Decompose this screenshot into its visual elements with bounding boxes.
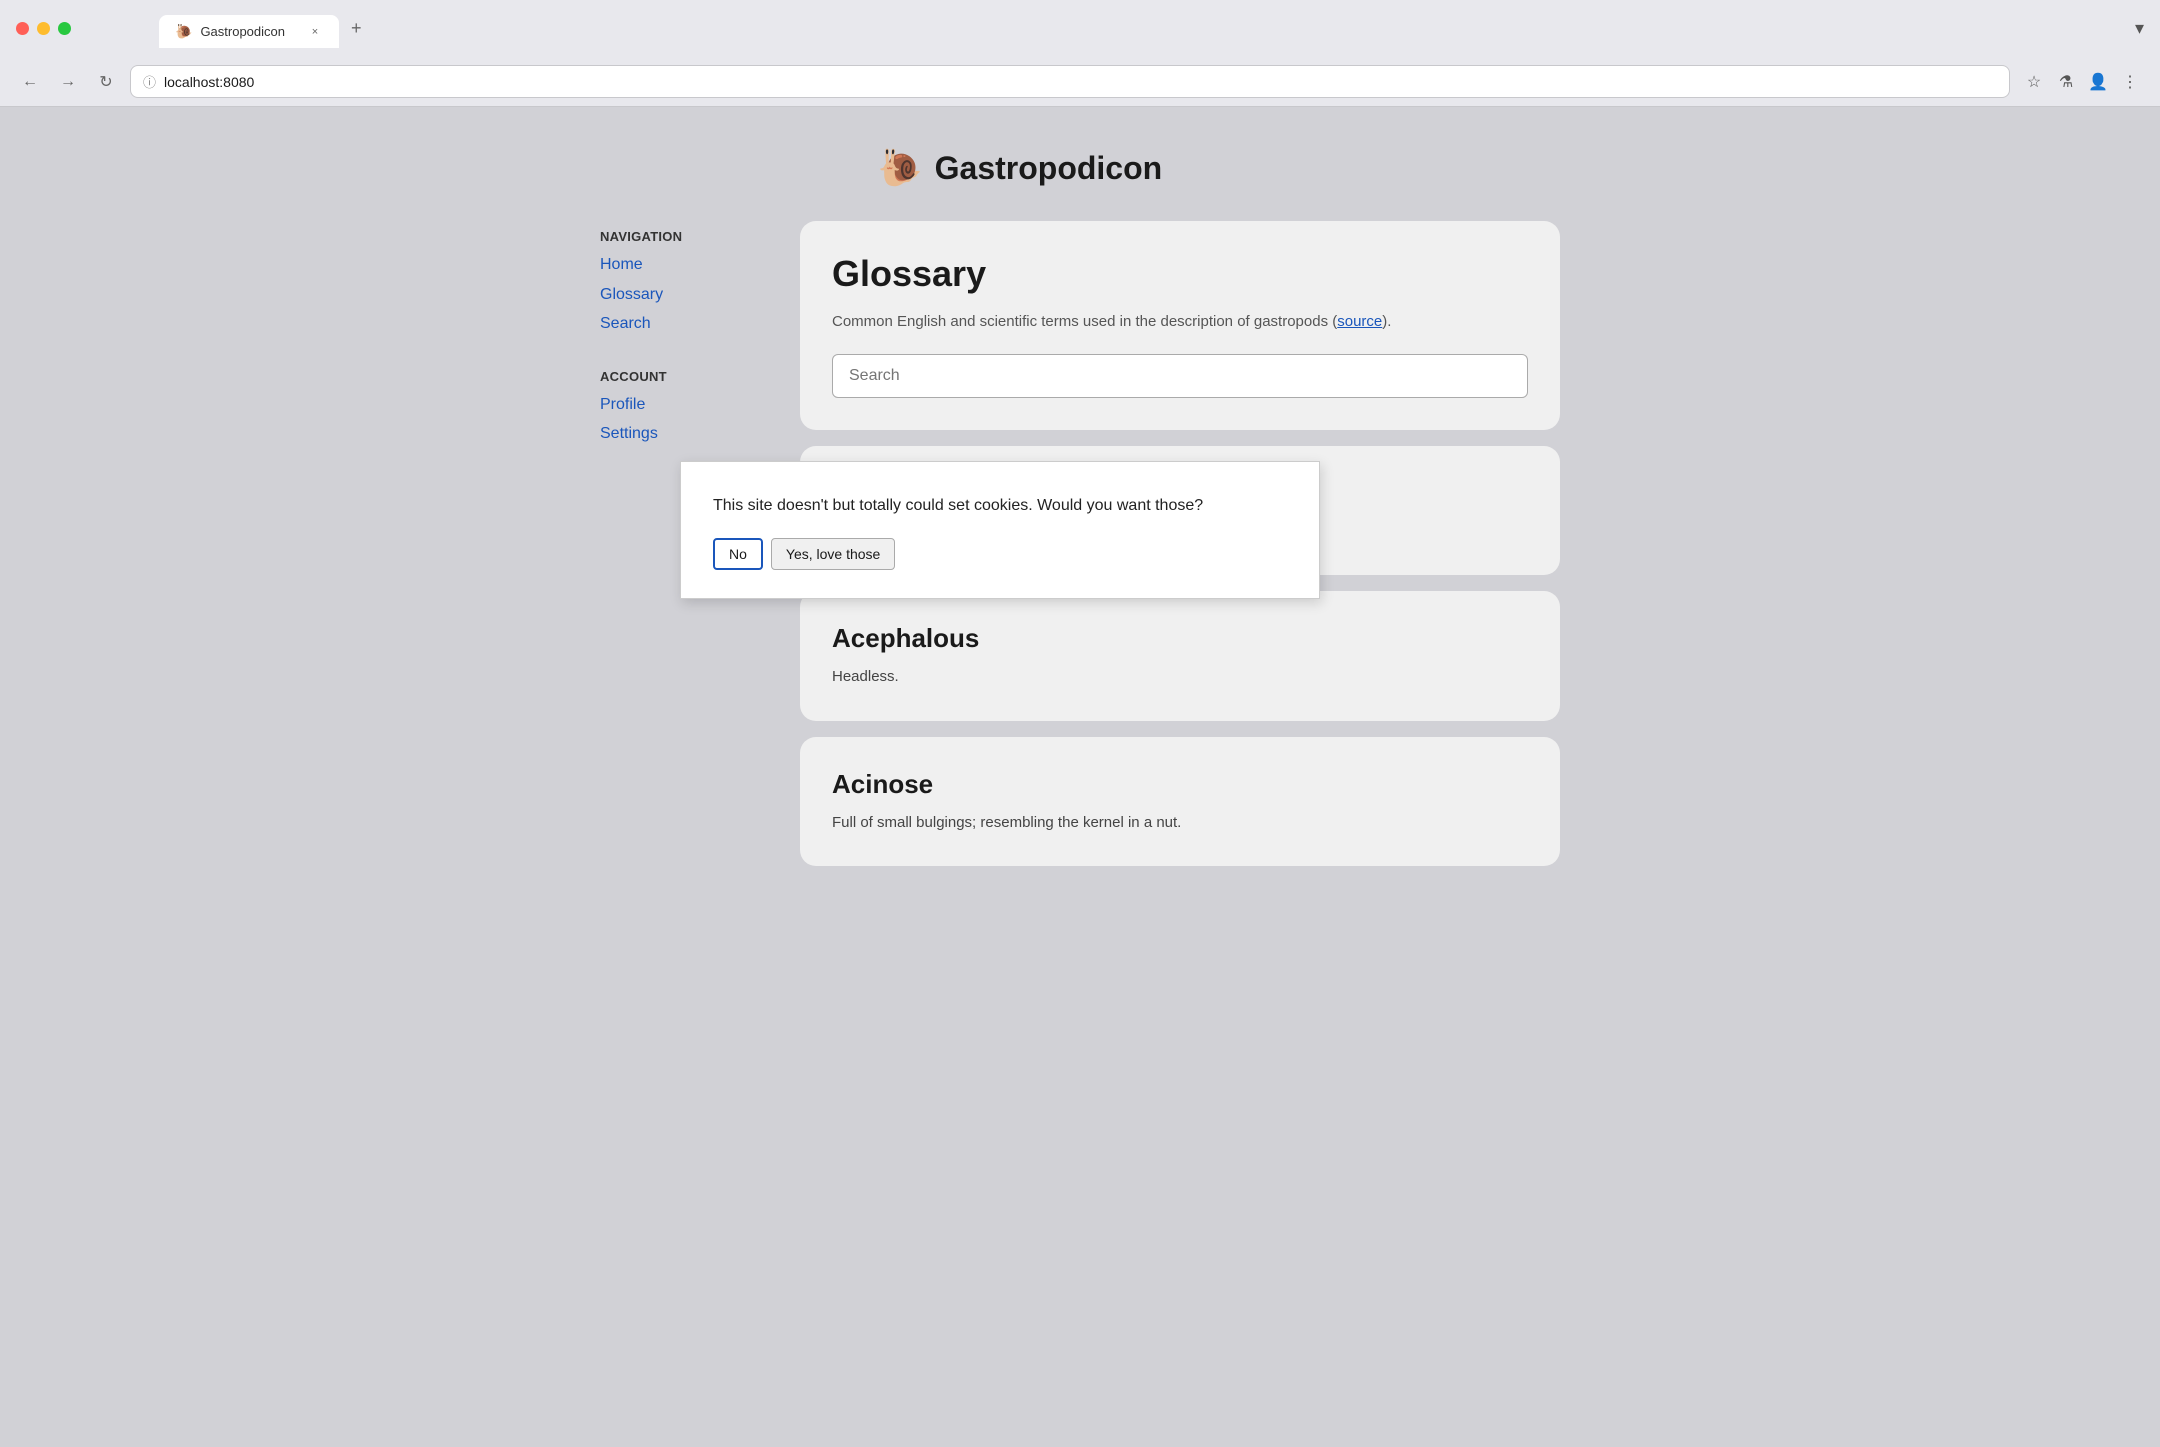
sidebar-item-profile[interactable]: Profile <box>600 392 760 418</box>
maximize-window-button[interactable] <box>58 22 71 35</box>
site-logo: 🐌 <box>878 147 923 189</box>
new-tab-button[interactable]: + <box>343 10 370 47</box>
sidebar-item-home[interactable]: Home <box>600 252 760 278</box>
minimize-window-button[interactable] <box>37 22 50 35</box>
profile-button[interactable]: 👤 <box>2084 68 2112 96</box>
description-text: Common English and scientific terms used… <box>832 313 1337 330</box>
description-end: ). <box>1382 313 1391 330</box>
cookie-yes-button[interactable]: Yes, love those <box>771 538 895 570</box>
search-link[interactable]: Search <box>600 315 651 332</box>
main-content: Glossary Common English and scientific t… <box>800 221 1560 866</box>
term-title-2: Acinose <box>832 769 1528 800</box>
browser-chrome: 🐌 Gastropodicon × + ▾ ← → ↻ ⓘ localhost:… <box>0 0 2160 107</box>
glossary-link[interactable]: Glossary <box>600 286 663 303</box>
glossary-card: Glossary Common English and scientific t… <box>800 221 1560 430</box>
navigation-nav: Home Glossary Search <box>600 252 760 337</box>
sidebar-item-glossary[interactable]: Glossary <box>600 282 760 308</box>
site-title: Gastropodicon <box>935 150 1163 187</box>
source-link[interactable]: source <box>1337 313 1382 330</box>
tab-bar: 🐌 Gastropodicon × + <box>143 10 386 47</box>
term-card-1: Acephalous Headless. <box>800 591 1560 721</box>
close-window-button[interactable] <box>16 22 29 35</box>
cookie-dialog-overlay: This site doesn't but totally could set … <box>680 461 1320 599</box>
account-section-label: ACCOUNT <box>600 369 760 384</box>
cookie-dialog: This site doesn't but totally could set … <box>680 461 1320 599</box>
browser-navbar: ← → ↻ ⓘ localhost:8080 ☆ ⚗ 👤 ⋮ <box>0 57 2160 106</box>
page: 🐌 Gastropodicon NAVIGATION Home Glossary… <box>0 107 2160 1447</box>
menu-button[interactable]: ⋮ <box>2116 68 2144 96</box>
term-def-1: Headless. <box>832 666 1528 689</box>
back-button[interactable]: ← <box>16 68 44 96</box>
tab-favicon: 🐌 <box>175 23 192 40</box>
dropdown-icon[interactable]: ▾ <box>2135 18 2144 39</box>
term-title-1: Acephalous <box>832 623 1528 654</box>
active-tab[interactable]: 🐌 Gastropodicon × <box>159 15 339 48</box>
account-nav: Profile Settings <box>600 392 760 447</box>
nav-actions: ☆ ⚗ 👤 ⋮ <box>2020 68 2144 96</box>
term-card-2: Acinose Full of small bulgings; resembli… <box>800 737 1560 867</box>
browser-titlebar: 🐌 Gastropodicon × + ▾ <box>0 0 2160 57</box>
sidebar-item-settings[interactable]: Settings <box>600 421 760 447</box>
address-text: localhost:8080 <box>164 74 1997 90</box>
tab-title: Gastropodicon <box>200 24 299 39</box>
glossary-search-input[interactable] <box>832 354 1528 398</box>
address-bar[interactable]: ⓘ localhost:8080 <box>130 65 2010 98</box>
home-link[interactable]: Home <box>600 256 643 273</box>
reload-button[interactable]: ↻ <box>92 68 120 96</box>
cookie-message: This site doesn't but totally could set … <box>713 494 1287 518</box>
navigation-section-label: NAVIGATION <box>600 229 760 244</box>
cookie-no-button[interactable]: No <box>713 538 763 570</box>
flask-button[interactable]: ⚗ <box>2052 68 2080 96</box>
site-header: 🐌 Gastropodicon <box>878 147 1162 189</box>
address-info-icon: ⓘ <box>143 72 156 91</box>
term-def-2: Full of small bulgings; resembling the k… <box>832 812 1528 835</box>
glossary-description: Common English and scientific terms used… <box>832 311 1528 334</box>
cookie-buttons: No Yes, love those <box>713 538 1287 570</box>
forward-button[interactable]: → <box>54 68 82 96</box>
content-area: NAVIGATION Home Glossary Search ACCOUNT … <box>600 221 1560 866</box>
sidebar-item-search[interactable]: Search <box>600 311 760 337</box>
settings-link[interactable]: Settings <box>600 425 658 442</box>
tab-close-button[interactable]: × <box>307 24 323 40</box>
glossary-title: Glossary <box>832 253 1528 295</box>
traffic-lights <box>16 22 71 35</box>
bookmark-button[interactable]: ☆ <box>2020 68 2048 96</box>
profile-link[interactable]: Profile <box>600 396 645 413</box>
